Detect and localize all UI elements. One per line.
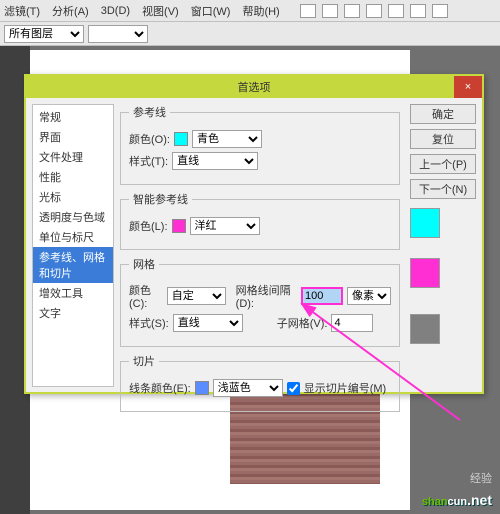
guides-color-select[interactable]: 青色 bbox=[192, 130, 262, 148]
smartguides-legend: 智能参考线 bbox=[129, 191, 192, 207]
guides-legend: 参考线 bbox=[129, 104, 170, 120]
sidebar-item-guides-grid-slices[interactable]: 参考线、网格和切片 bbox=[33, 247, 113, 283]
options-bar: 所有图层 bbox=[0, 22, 500, 46]
grid-style-label: 样式(S): bbox=[129, 315, 169, 331]
slices-color-label: 线条颜色(E): bbox=[129, 380, 191, 396]
tool-icon-3[interactable] bbox=[344, 4, 360, 18]
menu-analyze[interactable]: 分析(A) bbox=[52, 3, 89, 19]
menu-help[interactable]: 帮助(H) bbox=[242, 3, 279, 19]
sidebar-item-filehandling[interactable]: 文件处理 bbox=[33, 147, 113, 167]
grid-unit-select[interactable]: 像素 bbox=[347, 287, 391, 305]
magenta-swatch-icon bbox=[172, 219, 186, 233]
preferences-dialog: 首选项 × 常规 界面 文件处理 性能 光标 透明度与色域 单位与标尺 参考线、… bbox=[24, 74, 484, 394]
grid-color-select[interactable]: 自定 bbox=[167, 287, 226, 305]
tool-icon-4[interactable] bbox=[366, 4, 382, 18]
sidebar-item-units[interactable]: 单位与标尺 bbox=[33, 227, 113, 247]
reset-button[interactable]: 复位 bbox=[410, 129, 476, 149]
menu-window[interactable]: 窗口(W) bbox=[191, 3, 231, 19]
sidebar-item-performance[interactable]: 性能 bbox=[33, 167, 113, 187]
dialog-titlebar: 首选项 × bbox=[26, 76, 482, 98]
prefs-sidebar: 常规 界面 文件处理 性能 光标 透明度与色域 单位与标尺 参考线、网格和切片 … bbox=[32, 104, 114, 387]
tool-icon-6[interactable] bbox=[410, 4, 426, 18]
menu-view[interactable]: 视图(V) bbox=[142, 3, 179, 19]
layer-scope-select[interactable]: 所有图层 bbox=[4, 25, 84, 43]
tool-icon-5[interactable] bbox=[388, 4, 404, 18]
sidebar-item-text[interactable]: 文字 bbox=[33, 303, 113, 323]
next-button[interactable]: 下一个(N) bbox=[410, 179, 476, 199]
site-watermark: shancun.net bbox=[422, 489, 492, 510]
grid-subdiv-input[interactable] bbox=[331, 314, 373, 332]
grid-color-preview[interactable] bbox=[410, 314, 440, 344]
slices-group: 切片 线条颜色(E): 浅蓝色 显示切片编号(M) bbox=[120, 353, 400, 412]
guides-group: 参考线 颜色(O): 青色 样式(T): 直线 bbox=[120, 104, 400, 185]
sidebar-item-transparency[interactable]: 透明度与色域 bbox=[33, 207, 113, 227]
show-slice-numbers-label: 显示切片编号(M) bbox=[304, 380, 387, 396]
grid-color-label: 颜色(C): bbox=[129, 282, 163, 310]
grid-spacing-input[interactable] bbox=[301, 287, 343, 305]
dialog-buttons: 确定 复位 上一个(P) 下一个(N) bbox=[406, 104, 476, 387]
guides-style-label: 样式(T): bbox=[129, 153, 168, 169]
show-slice-numbers-checkbox[interactable] bbox=[287, 382, 300, 395]
prev-button[interactable]: 上一个(P) bbox=[410, 154, 476, 174]
menubar: 滤镜(T) 分析(A) 3D(D) 视图(V) 窗口(W) 帮助(H) bbox=[0, 0, 500, 22]
smartguides-color-preview[interactable] bbox=[410, 258, 440, 288]
grid-spacing-label: 网格线间隔(D): bbox=[236, 282, 297, 310]
sidebar-item-plugins[interactable]: 增效工具 bbox=[33, 283, 113, 303]
menu-filter[interactable]: 滤镜(T) bbox=[4, 3, 40, 19]
dialog-title: 首选项 bbox=[238, 79, 271, 95]
tool-icon-1[interactable] bbox=[300, 4, 316, 18]
lightblue-swatch-icon bbox=[195, 381, 209, 395]
tool-icon-7[interactable] bbox=[432, 4, 448, 18]
smartguides-group: 智能参考线 颜色(L): 洋红 bbox=[120, 191, 400, 250]
grid-legend: 网格 bbox=[129, 256, 159, 272]
close-button[interactable]: × bbox=[454, 76, 482, 98]
options-select-2[interactable] bbox=[88, 25, 148, 43]
tool-icon-2[interactable] bbox=[322, 4, 338, 18]
baidu-watermark: 经验 bbox=[470, 470, 492, 486]
guides-color-preview[interactable] bbox=[410, 208, 440, 238]
slices-legend: 切片 bbox=[129, 353, 159, 369]
prefs-main: 参考线 颜色(O): 青色 样式(T): 直线 智能参考线 颜色(L): 洋红 bbox=[114, 104, 406, 387]
slices-color-select[interactable]: 浅蓝色 bbox=[213, 379, 283, 397]
guides-color-label: 颜色(O): bbox=[129, 131, 170, 147]
ok-button[interactable]: 确定 bbox=[410, 104, 476, 124]
grid-subdiv-label: 子网格(V): bbox=[277, 315, 328, 331]
menu-3d[interactable]: 3D(D) bbox=[101, 5, 130, 17]
sidebar-item-general[interactable]: 常规 bbox=[33, 107, 113, 127]
cyan-swatch-icon bbox=[174, 132, 188, 146]
grid-style-select[interactable]: 直线 bbox=[173, 314, 243, 332]
smartguides-color-label: 颜色(L): bbox=[129, 218, 168, 234]
smartguides-color-select[interactable]: 洋红 bbox=[190, 217, 260, 235]
guides-style-select[interactable]: 直线 bbox=[172, 152, 258, 170]
sidebar-item-interface[interactable]: 界面 bbox=[33, 127, 113, 147]
grid-group: 网格 颜色(C): 自定 网格线间隔(D): 像素 样式(S): 直线 子网格(… bbox=[120, 256, 400, 347]
sidebar-item-cursor[interactable]: 光标 bbox=[33, 187, 113, 207]
